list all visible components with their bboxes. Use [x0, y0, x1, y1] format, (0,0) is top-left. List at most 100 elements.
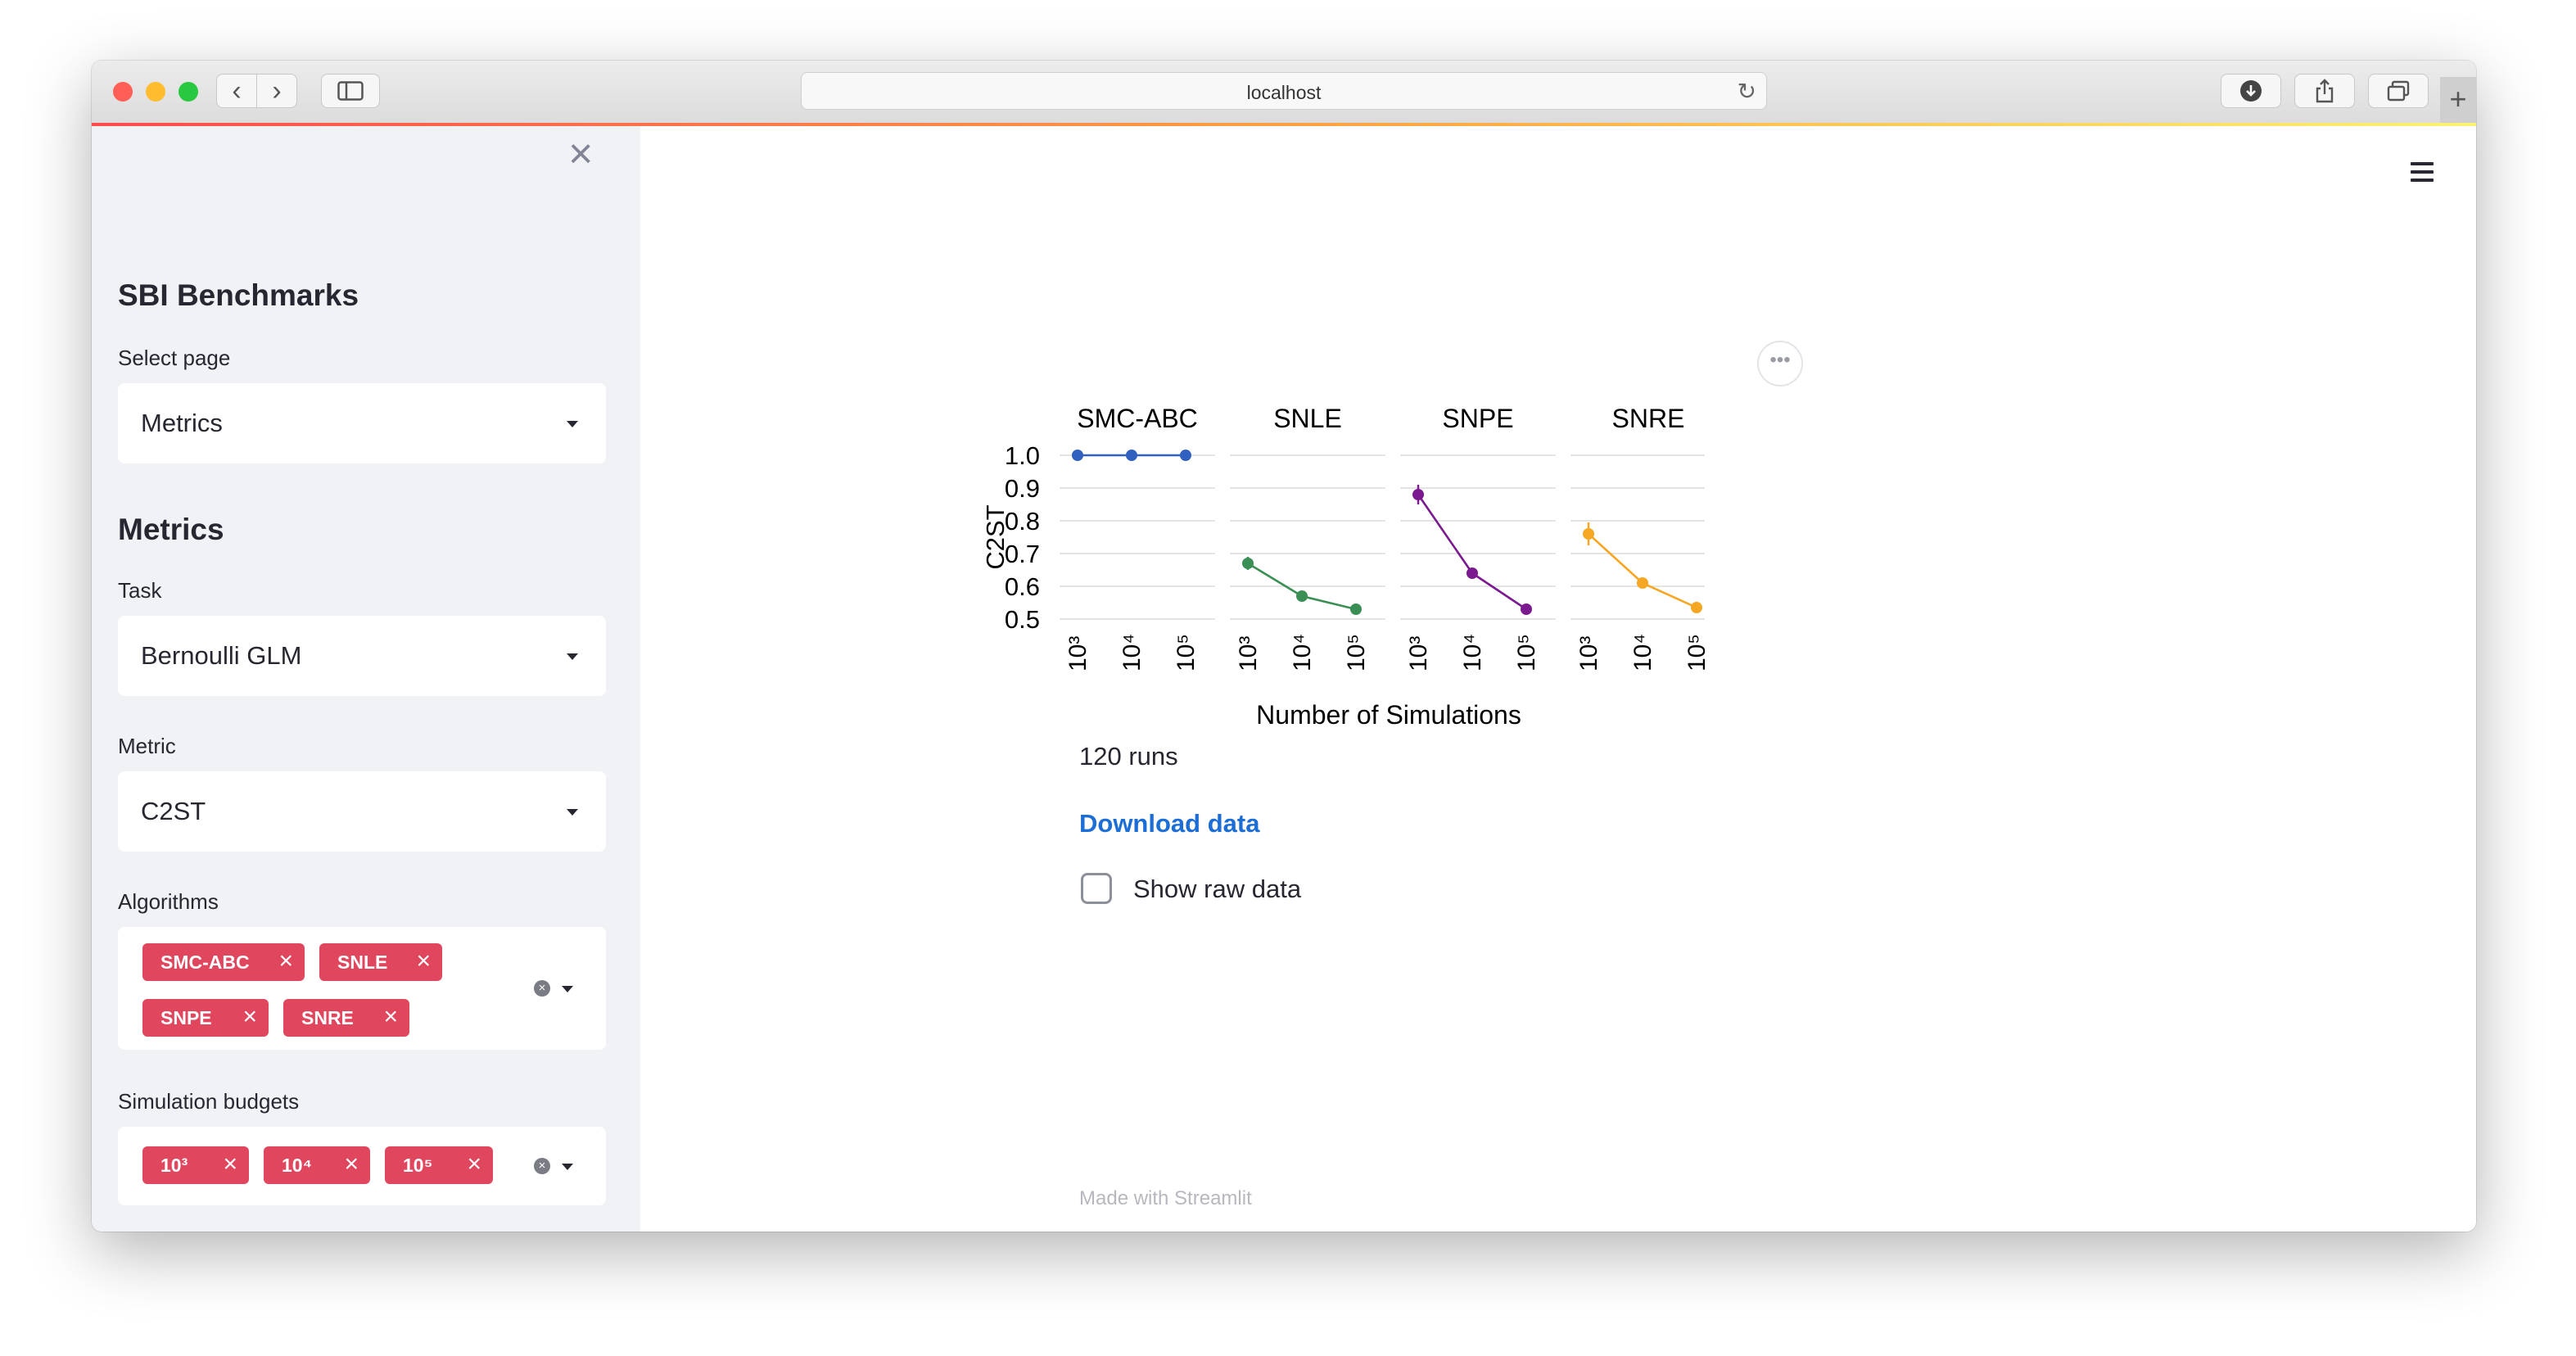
- series-line: [1417, 494, 1527, 611]
- algorithm-tag-label: SNPE: [160, 1007, 212, 1028]
- runs-count: 120 runs: [1079, 742, 1178, 771]
- address-bar[interactable]: localhost ↻: [801, 72, 1767, 110]
- x-tick-label: 10⁵: [1173, 634, 1200, 671]
- algorithm-tag[interactable]: SNLE ×: [319, 943, 442, 981]
- panel-title: SNLE: [1273, 404, 1342, 433]
- show-raw-data-checkbox[interactable]: [1081, 873, 1112, 904]
- budgets-label: Simulation budgets: [118, 1089, 300, 1114]
- y-tick-label: 0.8: [1005, 507, 1040, 536]
- budget-tag[interactable]: 10⁴ ×: [264, 1146, 370, 1184]
- data-point: [1072, 450, 1083, 461]
- clear-all-icon[interactable]: ×: [534, 1158, 550, 1174]
- panel-title: SNRE: [1612, 404, 1685, 433]
- series-line: [1588, 533, 1697, 609]
- remove-tag-icon[interactable]: ×: [278, 943, 293, 979]
- y-tick-label: 1.0: [1005, 441, 1040, 470]
- remove-tag-icon[interactable]: ×: [223, 1146, 237, 1182]
- zoom-window-button[interactable]: [179, 82, 198, 102]
- x-tick-label: 10⁵: [1343, 634, 1370, 671]
- x-tick-label: 10⁴: [1289, 634, 1316, 671]
- data-point: [1242, 558, 1254, 569]
- metric-value: C2ST: [141, 797, 206, 825]
- remove-tag-icon[interactable]: ×: [344, 1146, 359, 1182]
- x-tick-label: 10⁴: [1629, 634, 1656, 671]
- remove-tag-icon[interactable]: ×: [383, 999, 398, 1035]
- main-content: 1.0 0.9 0.8 0.7 0.6 0.5 C2ST SMC-ABC 10³ 10⁴ 10⁵ SN…: [640, 126, 2476, 1232]
- caret-down-icon[interactable]: [562, 986, 573, 992]
- sidebar-icon: [337, 81, 364, 101]
- data-point: [1637, 577, 1648, 589]
- caret-down-icon: [567, 653, 578, 660]
- y-tick-label: 0.9: [1005, 474, 1040, 503]
- back-button[interactable]: ‹: [216, 74, 257, 108]
- y-axis-label: C2ST: [981, 504, 1010, 569]
- remove-tag-icon[interactable]: ×: [416, 943, 431, 979]
- x-tick-label: 10⁵: [1513, 634, 1540, 671]
- sidebar: × SBI Benchmarks Select page Metrics Met…: [92, 126, 640, 1232]
- reload-icon[interactable]: ↻: [1738, 78, 1756, 105]
- budgets-multiselect[interactable]: 10³ × 10⁴ × 10⁵ × ×: [118, 1127, 606, 1205]
- metric-dropdown[interactable]: C2ST: [118, 771, 606, 852]
- data-point: [1691, 602, 1702, 613]
- data-point: [1296, 590, 1308, 602]
- download-icon: [2240, 80, 2262, 102]
- x-axis-label: Number of Simulations: [1256, 700, 1521, 730]
- budget-tag-label: 10³: [160, 1155, 188, 1176]
- sidebar-title: SBI Benchmarks: [118, 278, 359, 312]
- share-icon: [2316, 79, 2334, 103]
- panel-title: SNPE: [1442, 404, 1513, 433]
- algorithm-tag[interactable]: SNRE ×: [283, 999, 409, 1037]
- task-value: Bernoulli GLM: [141, 641, 302, 670]
- close-window-button[interactable]: [113, 82, 133, 102]
- y-tick-label: 0.5: [1005, 605, 1040, 634]
- show-raw-data-label[interactable]: Show raw data: [1133, 875, 1301, 904]
- task-dropdown[interactable]: Bernoulli GLM: [118, 616, 606, 696]
- x-tick-label: 10³: [1064, 636, 1091, 671]
- browser-toolbar: ‹ › localhost ↻ +: [92, 61, 2476, 124]
- algorithm-tag[interactable]: SNPE ×: [142, 999, 269, 1037]
- hamburger-menu-icon[interactable]: [2411, 162, 2434, 187]
- browser-window: ‹ › localhost ↻ + × SBI Benchmarks Selec…: [92, 61, 2476, 1232]
- plus-icon: +: [2449, 82, 2467, 115]
- x-tick-label: 10³: [1575, 636, 1602, 671]
- y-tick-label: 0.6: [1005, 572, 1040, 601]
- algorithm-tag-label: SNLE: [337, 951, 388, 973]
- share-button[interactable]: [2294, 74, 2355, 108]
- clear-all-icon[interactable]: ×: [534, 980, 550, 997]
- caret-down-icon: [567, 421, 578, 427]
- new-tab-button[interactable]: +: [2440, 77, 2476, 123]
- minimize-window-button[interactable]: [146, 82, 165, 102]
- chevron-right-icon: ›: [272, 75, 282, 106]
- section-title: Metrics: [118, 513, 224, 546]
- sidebar-toggle-button[interactable]: [321, 74, 380, 108]
- budget-tag[interactable]: 10³ ×: [142, 1146, 249, 1184]
- budget-tag-label: 10⁵: [403, 1155, 433, 1176]
- select-page-value: Metrics: [141, 409, 223, 437]
- data-point: [1521, 603, 1532, 615]
- c2st-chart: 1.0 0.9 0.8 0.7 0.6 0.5 C2ST SMC-ABC 10³ 10⁴ 10⁵ SN…: [981, 404, 1705, 730]
- algorithm-tag[interactable]: SMC-ABC ×: [142, 943, 305, 981]
- algorithms-label: Algorithms: [118, 889, 219, 914]
- remove-tag-icon[interactable]: ×: [467, 1146, 481, 1182]
- downloads-button[interactable]: [2221, 74, 2281, 108]
- select-page-dropdown[interactable]: Metrics: [118, 383, 606, 463]
- caret-down-icon: [567, 809, 578, 816]
- forward-button[interactable]: ›: [256, 74, 297, 108]
- data-point: [1583, 528, 1594, 540]
- x-tick-label: 10⁴: [1119, 634, 1146, 671]
- chart-more-options-button[interactable]: •••: [1757, 341, 1803, 386]
- download-data-link[interactable]: Download data: [1079, 809, 1259, 838]
- budget-tag[interactable]: 10⁵ ×: [385, 1146, 493, 1184]
- data-point: [1412, 489, 1424, 500]
- more-options-icon: •••: [1769, 349, 1791, 371]
- data-point: [1467, 567, 1478, 579]
- url-text: localhost: [1246, 82, 1322, 103]
- tabs-icon: [2387, 80, 2410, 102]
- caret-down-icon[interactable]: [562, 1164, 573, 1170]
- metric-label: Metric: [118, 734, 176, 758]
- footer-text: Made with Streamlit: [1079, 1187, 1252, 1209]
- remove-tag-icon[interactable]: ×: [242, 999, 257, 1035]
- close-sidebar-icon[interactable]: ×: [568, 129, 593, 179]
- algorithms-multiselect[interactable]: SMC-ABC × SNLE × SNPE × SNRE × ×: [118, 927, 606, 1050]
- tabs-overview-button[interactable]: [2368, 74, 2429, 108]
